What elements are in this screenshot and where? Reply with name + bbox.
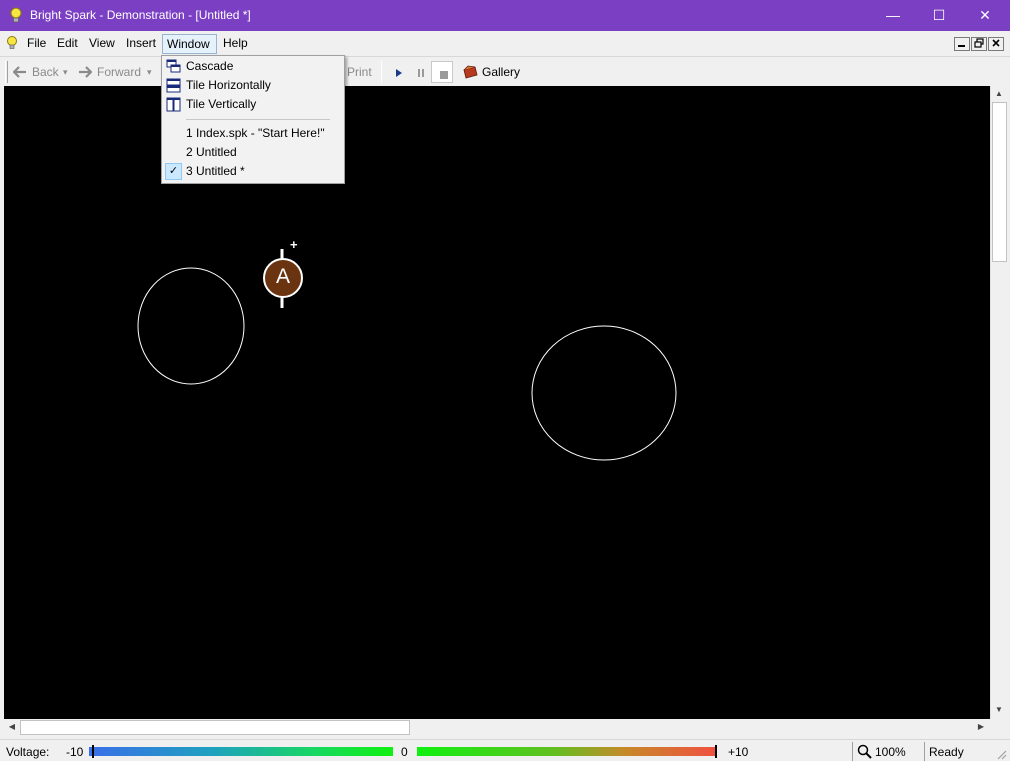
title-bar: Bright Spark - Demonstration - [Untitled… <box>0 0 1010 31</box>
ammeter-polarity: + <box>290 237 298 252</box>
forward-button[interactable]: Forward <box>97 63 141 81</box>
circuit-drawing <box>137 249 677 461</box>
stop-button[interactable] <box>431 61 453 83</box>
stop-icon <box>440 71 448 79</box>
circle-shape-left <box>137 267 245 385</box>
maximize-button[interactable]: ☐ <box>916 0 962 31</box>
forward-arrow-icon <box>79 66 92 78</box>
child-close-button[interactable] <box>988 37 1004 51</box>
child-restore-button[interactable] <box>971 37 987 51</box>
lightbulb-icon <box>10 7 22 23</box>
back-arrow-icon <box>13 66 26 78</box>
checkmark-icon: ✓ <box>165 163 182 180</box>
play-icon[interactable] <box>395 68 403 78</box>
horizontal-scroll-thumb[interactable] <box>20 720 410 735</box>
scroll-right-icon[interactable]: ▶ <box>973 719 989 735</box>
toolbar-separator <box>381 61 382 83</box>
close-button[interactable]: ✕ <box>962 0 1008 31</box>
menu-item-label: Cascade <box>186 59 234 73</box>
scroll-down-icon[interactable]: ▼ <box>991 702 1007 718</box>
vertical-scrollbar[interactable]: ▲ ▼ <box>990 86 1007 719</box>
menu-window[interactable]: Window <box>162 34 217 54</box>
minimize-icon <box>958 45 965 47</box>
toolbar: Back ▾ Forward ▾ Print Gallery <box>0 56 1010 85</box>
menu-item-cascade[interactable]: Cascade <box>163 57 343 76</box>
menu-item-tile-vertically[interactable]: Tile Vertically <box>163 95 343 114</box>
menu-bar: File Edit View Insert Window Help <box>0 31 1010 55</box>
vertical-scroll-thumb[interactable] <box>992 102 1007 262</box>
menu-edit[interactable]: Edit <box>53 34 82 54</box>
status-bar: Voltage: -10 0 +10 100% Ready <box>0 739 1010 761</box>
resize-grip-icon[interactable] <box>994 747 1008 761</box>
zoom-panel[interactable]: 100% <box>852 742 920 761</box>
menu-item-document-3[interactable]: ✓ 3 Untitled * <box>163 162 343 181</box>
tile-horizontal-icon <box>166 78 181 93</box>
scroll-left-icon[interactable]: ◀ <box>4 719 20 735</box>
menu-item-document-1[interactable]: 1 Index.spk - "Start Here!" <box>163 124 343 143</box>
window-title: Bright Spark - Demonstration - [Untitled… <box>30 8 251 22</box>
toolbar-grip[interactable] <box>5 61 8 83</box>
menu-item-label: 2 Untitled <box>186 145 237 159</box>
window-menu-dropdown: Cascade Tile Horizontally Tile Verticall… <box>161 55 345 184</box>
menu-view[interactable]: View <box>85 34 119 54</box>
restore-icon <box>974 38 984 48</box>
gallery-icon <box>463 65 478 79</box>
gallery-button[interactable]: Gallery <box>482 63 520 81</box>
menu-file[interactable]: File <box>23 34 50 54</box>
menu-item-label: 1 Index.spk - "Start Here!" <box>186 126 325 140</box>
menu-item-document-2[interactable]: 2 Untitled <box>163 143 343 162</box>
menu-item-label: Tile Vertically <box>186 97 257 111</box>
voltage-scale-negative <box>89 747 393 756</box>
magnifier-icon <box>857 744 872 759</box>
horizontal-scrollbar[interactable]: ◀ ▶ <box>4 719 990 736</box>
back-button[interactable]: Back <box>32 63 59 81</box>
voltage-label: Voltage: <box>6 745 50 759</box>
circle-shape-right <box>531 325 677 461</box>
menu-item-label: 3 Untitled * <box>186 164 245 178</box>
menu-item-label: Tile Horizontally <box>186 78 271 92</box>
menu-help[interactable]: Help <box>219 34 252 54</box>
voltage-marker-max <box>715 745 717 758</box>
child-minimize-button[interactable] <box>954 37 970 51</box>
minimize-button[interactable]: — <box>870 0 916 31</box>
document-lightbulb-icon[interactable] <box>4 35 20 51</box>
voltage-min-label: -10 <box>66 745 84 759</box>
forward-dropdown-icon[interactable]: ▾ <box>147 63 152 81</box>
cascade-icon <box>166 59 181 73</box>
zoom-level: 100% <box>875 745 906 759</box>
pause-icon[interactable] <box>417 68 425 78</box>
status-message: Ready <box>929 745 964 759</box>
status-panel: Ready <box>924 742 994 761</box>
menu-insert[interactable]: Insert <box>122 34 160 54</box>
tile-vertical-icon <box>166 97 181 112</box>
menu-separator <box>186 119 330 120</box>
close-icon <box>992 39 1000 47</box>
scroll-up-icon[interactable]: ▲ <box>991 86 1007 102</box>
voltage-marker <box>92 745 94 758</box>
ammeter-label: A <box>275 265 290 288</box>
circuit-canvas[interactable]: A + <box>4 86 990 719</box>
voltage-scale-positive <box>417 747 717 756</box>
voltage-zero-label: 0 <box>401 745 408 759</box>
voltage-max-label: +10 <box>728 745 749 759</box>
scrollbar-corner <box>990 719 1007 736</box>
back-dropdown-icon[interactable]: ▾ <box>63 63 68 81</box>
menu-item-tile-horizontally[interactable]: Tile Horizontally <box>163 76 343 95</box>
print-button[interactable]: Print <box>347 63 372 81</box>
